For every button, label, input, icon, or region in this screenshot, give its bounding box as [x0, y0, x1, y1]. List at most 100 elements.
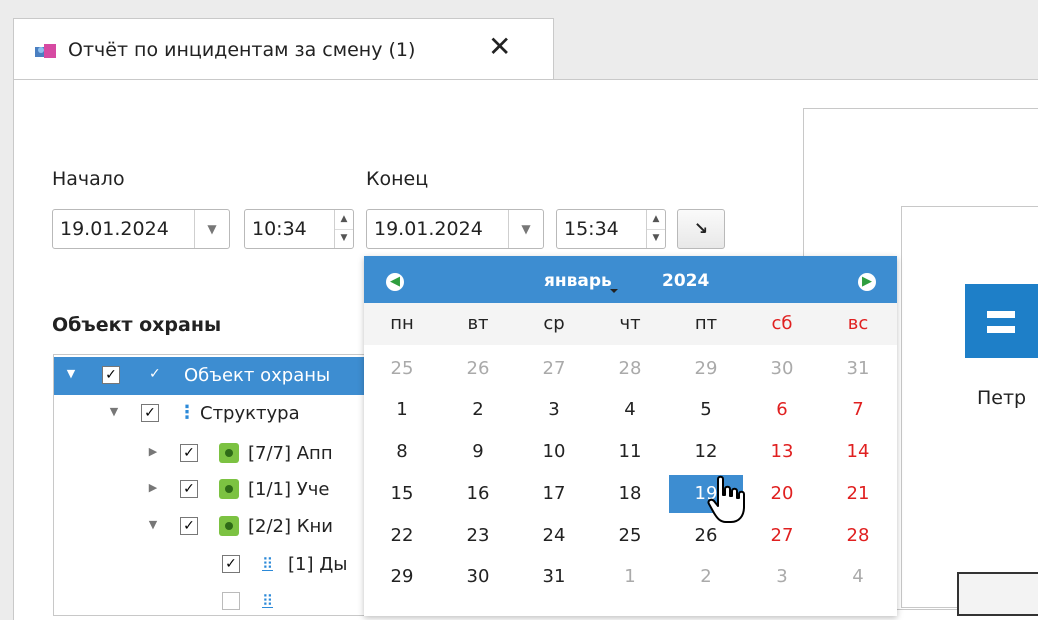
year-selector[interactable]: 2024	[662, 271, 709, 291]
calendar-day[interactable]: 15	[364, 475, 440, 513]
checkbox[interactable]: ✓	[222, 555, 240, 573]
calendar-day[interactable]: 21	[820, 475, 896, 513]
calendar-day[interactable]: 27	[744, 517, 820, 555]
weekday-label: чт	[619, 313, 641, 334]
checkbox[interactable]: ✓	[141, 404, 159, 422]
spin-down-icon[interactable]: ▼	[335, 229, 353, 248]
expand-icon[interactable]: ▼	[64, 367, 78, 380]
calendar-day[interactable]: 31	[516, 558, 592, 596]
start-label: Начало	[52, 168, 125, 190]
calendar-day[interactable]: 25	[364, 350, 440, 388]
node-icon	[219, 516, 239, 536]
chevron-down-icon[interactable]: ▼	[508, 210, 543, 248]
spin-up-icon[interactable]: ▲	[335, 210, 353, 230]
calendar-day[interactable]: 16	[440, 475, 516, 513]
start-time-value: 10:34	[252, 218, 307, 240]
tree-row[interactable]: ▼ ✓ [2/2] Кни	[54, 508, 374, 546]
checkbox[interactable]: ✓	[180, 480, 198, 498]
end-time-field[interactable]: 15:34 ▲ ▼	[556, 209, 666, 249]
weekday-label: вс	[847, 313, 869, 334]
tree-row-label: [1/1] Уче	[248, 479, 330, 500]
calendar-day[interactable]: 20	[744, 475, 820, 513]
preview-box	[957, 572, 1038, 616]
calendar-header: ◀ январь 2024 ▶	[364, 256, 897, 303]
calendar-day[interactable]: 10	[516, 433, 592, 471]
calendar-day[interactable]: 3	[744, 558, 820, 596]
calendar-day[interactable]: 8	[364, 433, 440, 471]
expand-icon[interactable]: ▶	[146, 481, 160, 494]
camera-group-icon: ⠿	[262, 555, 273, 573]
calendar-day[interactable]: 13	[744, 433, 820, 471]
end-date-field[interactable]: 19.01.2024 ▼	[366, 209, 544, 249]
calendar-day[interactable]: 1	[364, 391, 440, 429]
calendar-day[interactable]: 6	[744, 391, 820, 429]
checkbox[interactable]: ✓	[180, 444, 198, 462]
end-time-spinner[interactable]: ▲ ▼	[646, 210, 665, 248]
hand-cursor-icon	[707, 475, 745, 523]
expand-icon[interactable]: ▶	[146, 445, 160, 458]
expand-icon[interactable]: ▼	[146, 518, 160, 531]
calendar-day[interactable]: 2	[668, 558, 744, 596]
calendar-day[interactable]: 7	[820, 391, 896, 429]
tree-row-label: [7/7] Апп	[248, 443, 333, 464]
calendar-day[interactable]: 12	[668, 433, 744, 471]
calendar-day[interactable]: 30	[744, 350, 820, 388]
calendar-day[interactable]: 22	[364, 517, 440, 555]
calendar-day[interactable]: 28	[592, 350, 668, 388]
calendar-day[interactable]: 24	[516, 517, 592, 555]
calendar-day[interactable]: 3	[516, 391, 592, 429]
calendar-day[interactable]: 17	[516, 475, 592, 513]
calendar-day[interactable]: 14	[820, 433, 896, 471]
start-time-spinner[interactable]: ▲ ▼	[334, 210, 353, 248]
object-tree[interactable]: ▼ ✓ ✓ Объект охраны ▼ ✓ ⋮ Структура ▶ ✓ …	[53, 354, 375, 616]
weekday-label: сб	[771, 313, 793, 334]
expand-icon[interactable]: ▼	[107, 405, 121, 418]
tree-row-label: Объект охраны	[184, 365, 331, 386]
checkbox[interactable]	[222, 592, 240, 610]
month-selector[interactable]: январь	[544, 271, 618, 293]
calendar-day[interactable]: 27	[516, 350, 592, 388]
next-month-icon[interactable]: ▶	[858, 273, 876, 291]
report-icon	[35, 44, 56, 58]
end-date-value: 19.01.2024	[374, 218, 483, 240]
tree-row[interactable]: ▼ ✓ ✓ Объект охраны	[54, 357, 374, 395]
tree-row[interactable]: ▶ ✓ [7/7] Апп	[54, 435, 374, 473]
section-title: Объект охраны	[52, 314, 222, 336]
node-icon	[219, 443, 239, 463]
calendar-day[interactable]: 9	[440, 433, 516, 471]
calendar-day[interactable]: 29	[364, 558, 440, 596]
spin-up-icon[interactable]: ▲	[647, 210, 665, 230]
prev-month-icon[interactable]: ◀	[386, 273, 404, 291]
calendar-day[interactable]: 28	[820, 517, 896, 555]
start-time-field[interactable]: 10:34 ▲ ▼	[244, 209, 354, 249]
tree-row[interactable]: ✓ ⠿ [1] Ды	[54, 546, 374, 584]
spin-down-icon[interactable]: ▼	[647, 229, 665, 248]
end-time-value: 15:34	[564, 218, 619, 240]
tree-row[interactable]: ▼ ✓ ⋮ Структура	[54, 395, 374, 433]
calendar-day[interactable]: 29	[668, 350, 744, 388]
checkbox[interactable]: ✓	[180, 517, 198, 535]
tree-row[interactable]: ⠿	[54, 583, 374, 615]
calendar-day[interactable]: 4	[592, 391, 668, 429]
calendar-day[interactable]: 4	[820, 558, 896, 596]
weekday-label: вт	[467, 313, 489, 334]
calendar-day[interactable]: 11	[592, 433, 668, 471]
calendar-day[interactable]: 31	[820, 350, 896, 388]
calendar-day[interactable]: 5	[668, 391, 744, 429]
tab-title: Отчёт по инцидентам за смену (1)	[68, 39, 416, 61]
calendar-day[interactable]: 1	[592, 558, 668, 596]
check-icon: ✓	[149, 366, 161, 382]
calendar-day[interactable]: 25	[592, 517, 668, 555]
report-tab[interactable]: Отчёт по инцидентам за смену (1) ✕	[13, 18, 554, 80]
calendar-day[interactable]: 2	[440, 391, 516, 429]
calendar-day[interactable]: 30	[440, 558, 516, 596]
checkbox[interactable]: ✓	[102, 366, 120, 384]
calendar-day[interactable]: 26	[440, 350, 516, 388]
calendar-day[interactable]: 18	[592, 475, 668, 513]
chevron-down-icon[interactable]: ▼	[194, 210, 229, 248]
calendar-day[interactable]: 23	[440, 517, 516, 555]
start-date-field[interactable]: 19.01.2024 ▼	[52, 209, 230, 249]
tree-row[interactable]: ▶ ✓ [1/1] Уче	[54, 471, 374, 509]
close-icon[interactable]: ✕	[488, 33, 511, 61]
apply-button[interactable]: ↘	[677, 209, 725, 249]
